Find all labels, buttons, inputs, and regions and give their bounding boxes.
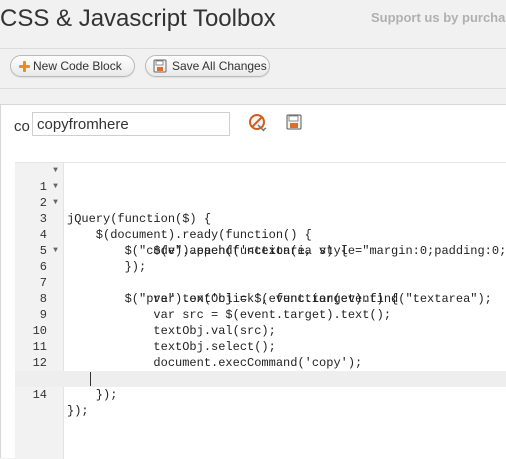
code-editor[interactable]: 1 ▼ jQuery(function($) { 2 ▼ $(document)… (15, 162, 506, 459)
code-line[interactable]: 5 }); (15, 227, 506, 274)
code-line[interactable]: 3 ▼ $("code").each(function(i, v) { (15, 195, 506, 258)
code-block-name-input[interactable] (32, 112, 230, 136)
code-line[interactable]: 9 textObj.val(src); (15, 291, 506, 338)
code-text: }); (67, 404, 89, 418)
code-block-prefix: co (14, 118, 30, 135)
code-line[interactable]: 1 ▼ jQuery(function($) { (15, 163, 506, 226)
code-line[interactable]: 13 }); (15, 355, 506, 402)
save-all-changes-label: Save All Changes (172, 59, 267, 73)
support-text[interactable]: Support us by purchasing (371, 10, 506, 26)
fold-icon[interactable]: ▼ (52, 163, 59, 179)
code-block-header: co (1, 105, 506, 147)
code-line[interactable]: 10 textObj.select(); (15, 307, 506, 354)
code-line[interactable]: 2 ▼ $(document).ready(function() { (15, 179, 506, 242)
page-title: CSS & Javascript Toolbox (0, 5, 276, 32)
save-all-changes-button[interactable]: Save All Changes (145, 55, 270, 77)
fold-icon[interactable]: ▼ (52, 243, 59, 259)
code-line[interactable]: 11 document.execCommand('copy'); (15, 323, 506, 370)
code-line[interactable]: 4 $(v).append('<textarea style="margin:0… (15, 211, 506, 258)
no-entry-icon[interactable] (248, 113, 268, 133)
floppy-disk-icon[interactable] (285, 113, 305, 133)
floppy-disk-icon (153, 59, 167, 73)
new-code-block-button[interactable]: New Code Block (10, 55, 135, 77)
code-line[interactable]: 8 var src = $(event.target).text(); (15, 275, 506, 322)
code-text: }); (67, 388, 118, 402)
code-line[interactable]: 6 ▼ $("pre").on('click', function(event)… (15, 243, 506, 306)
top-toolbar: New Code Block Save All Changes (0, 48, 506, 89)
fold-icon[interactable]: ▼ (52, 195, 59, 211)
new-code-block-label: New Code Block (33, 59, 122, 73)
code-line[interactable]: 12 }); (15, 339, 506, 386)
plus-icon (19, 60, 30, 72)
active-code-line[interactable]: 14 }); (15, 371, 506, 418)
text-cursor (90, 372, 91, 386)
code-block-panel: co 1 ▼ jQuery(function($) { (0, 104, 506, 459)
code-line[interactable]: 7 var textObj = $(event.target).find("te… (15, 259, 506, 306)
fold-icon[interactable]: ▼ (52, 179, 59, 195)
line-number: 14 (32, 388, 47, 402)
